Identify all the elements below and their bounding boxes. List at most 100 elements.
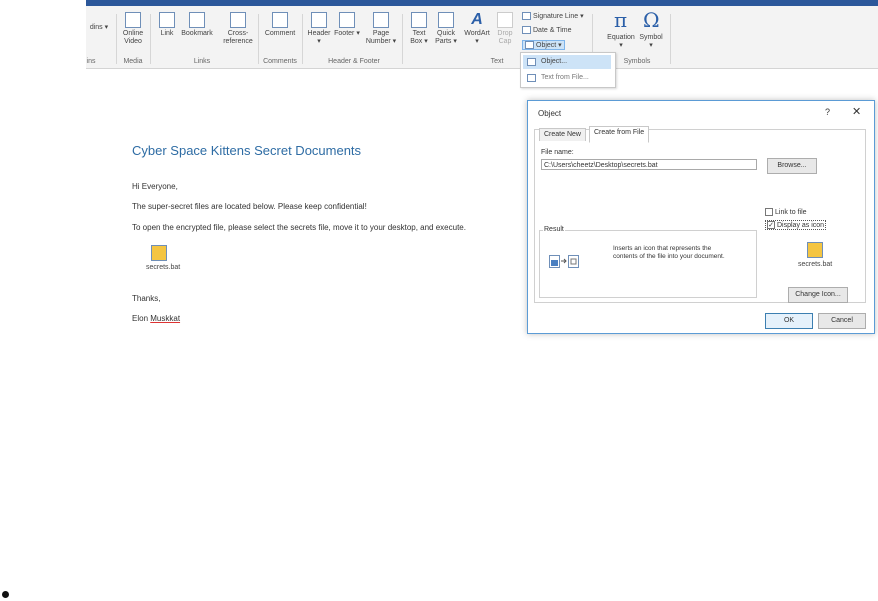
header-icon <box>311 12 327 28</box>
object-dropdown-menu: Object... Text from File... <box>520 52 616 88</box>
date-time-button[interactable]: Date & Time <box>522 26 572 34</box>
drop-cap-label: Drop Cap <box>497 30 513 45</box>
equation-button[interactable]: Equation ▾ <box>604 34 638 50</box>
checkmark-icon[interactable]: ✓ <box>767 221 775 229</box>
divider <box>670 14 671 64</box>
text-box-label: Text Box <box>410 30 426 45</box>
document-signature: Elon Muskkat <box>132 314 180 323</box>
divider <box>150 14 151 64</box>
document-thanks: Thanks, <box>132 294 161 303</box>
group-label-header-footer: Header & Footer <box>328 58 380 65</box>
bookmark-icon <box>189 12 205 28</box>
browse-button[interactable]: Browse... <box>767 158 817 174</box>
divider <box>116 14 117 64</box>
file-name-label: File name: <box>541 149 574 156</box>
embedded-file-icon[interactable] <box>151 245 167 261</box>
group-label-text: Text <box>490 58 504 65</box>
result-label: Result <box>543 226 565 233</box>
group-label-links: Links <box>193 58 211 65</box>
object-dialog: Object ? ✕ Create New Create from File F… <box>527 100 875 334</box>
signature-first: Elon <box>132 314 149 323</box>
symbol-label: Symbol <box>639 34 663 41</box>
file-name-input[interactable]: C:\Users\cheetz\Desktop\secrets.bat <box>541 159 757 170</box>
wordart-icon: A <box>471 11 483 28</box>
bookmark-button[interactable]: Bookmark <box>180 12 214 38</box>
page-number-button[interactable]: Page Number ▾ <box>364 12 398 46</box>
quick-parts-label: Quick Parts <box>435 30 455 45</box>
text-box-button[interactable]: Text Box ▾ <box>408 12 430 46</box>
link-to-file-label: Link to file <box>775 208 807 216</box>
help-icon[interactable]: ? <box>825 107 830 117</box>
object-button[interactable]: Object ▾ <box>522 40 565 51</box>
menu-item-object-label: Object... <box>541 58 568 65</box>
divider <box>258 14 259 64</box>
equation-icon: π <box>614 8 628 32</box>
drop-cap-icon <box>497 12 513 28</box>
cross-reference-button[interactable]: Cross-reference <box>218 12 258 46</box>
cancel-button[interactable]: Cancel <box>818 313 866 329</box>
document-line-2: To open the encrypted file, please selec… <box>132 223 466 232</box>
signature-line-button[interactable]: Signature Line ▾ <box>522 12 584 21</box>
video-icon <box>125 12 141 28</box>
link-label: Link <box>160 30 174 37</box>
text-file-icon <box>527 74 536 82</box>
change-icon-button[interactable]: Change Icon... <box>788 287 848 303</box>
calendar-icon <box>522 26 531 34</box>
signature-last: Muskkat <box>150 314 181 323</box>
footer-icon <box>339 12 355 28</box>
menu-item-text-from-file-label: Text from File... <box>541 74 589 81</box>
dialog-title: Object <box>538 109 562 118</box>
menu-item-text-from-file[interactable]: Text from File... <box>523 71 611 85</box>
page-number-label: Page Number <box>365 30 391 45</box>
footer-label: Footer <box>334 30 355 37</box>
comment-label: Comment <box>264 30 296 37</box>
online-video-label: Online Video <box>122 30 144 45</box>
text-box-icon <box>411 12 427 28</box>
addins-label: dins <box>89 24 103 31</box>
document-greeting: Hi Everyone, <box>132 182 178 191</box>
document-line-1: The super-secret files are located below… <box>132 202 367 211</box>
signature-line-label: Signature Line <box>533 13 579 20</box>
group-label-comments: Comments <box>263 58 297 65</box>
bookmark-label: Bookmark <box>181 30 213 37</box>
cross-reference-icon <box>230 12 246 28</box>
drop-cap-button[interactable]: Drop Cap <box>494 12 516 46</box>
divider <box>402 14 403 64</box>
header-button[interactable]: Header ▾ <box>306 12 332 46</box>
tab-create-from-file[interactable]: Create from File <box>589 126 650 143</box>
date-time-label: Date & Time <box>533 26 572 34</box>
link-button[interactable]: Link <box>156 12 178 38</box>
page-number-icon <box>373 12 389 28</box>
quick-parts-button[interactable]: Quick Parts ▾ <box>434 12 458 46</box>
addins-button[interactable]: dins ▾ <box>84 24 114 32</box>
quick-parts-icon <box>438 12 454 28</box>
comment-icon <box>272 12 288 28</box>
group-label-ins: ins <box>86 58 96 65</box>
divider <box>302 14 303 64</box>
result-description: Inserts an icon that represents the cont… <box>613 245 725 260</box>
close-icon[interactable]: ✕ <box>852 105 861 118</box>
file-preview-label: secrets.bat <box>798 261 833 268</box>
checkbox[interactable] <box>765 208 773 216</box>
ok-button[interactable]: OK <box>765 313 813 329</box>
group-label-symbols: Symbols <box>623 58 651 65</box>
footer-button[interactable]: Footer ▾ <box>334 12 360 38</box>
wordart-button[interactable]: A WordArt ▾ <box>462 12 492 46</box>
object-icon <box>525 41 534 50</box>
link-to-file-checkbox[interactable]: Link to file <box>765 208 807 216</box>
display-as-icon-label: Display as icon <box>777 221 825 229</box>
header-label: Header <box>307 30 331 37</box>
group-label-media: Media <box>123 58 143 65</box>
symbol-button[interactable]: Symbol ▾ <box>638 34 664 50</box>
display-as-icon-checkbox[interactable]: ✓ Display as icon <box>765 220 827 230</box>
file-preview-icon <box>807 242 823 258</box>
symbol-icon: Ω <box>643 8 660 32</box>
equation-label: Equation <box>607 34 635 41</box>
dialog-body: Create New Create from File File name: C… <box>534 126 866 303</box>
menu-item-object[interactable]: Object... <box>523 55 611 69</box>
tab-create-new[interactable]: Create New <box>539 128 586 141</box>
wordart-label: WordArt <box>464 30 490 37</box>
bullet-point <box>2 591 9 598</box>
comment-button[interactable]: Comment <box>260 12 300 38</box>
online-video-button[interactable]: Online Video <box>120 12 146 46</box>
